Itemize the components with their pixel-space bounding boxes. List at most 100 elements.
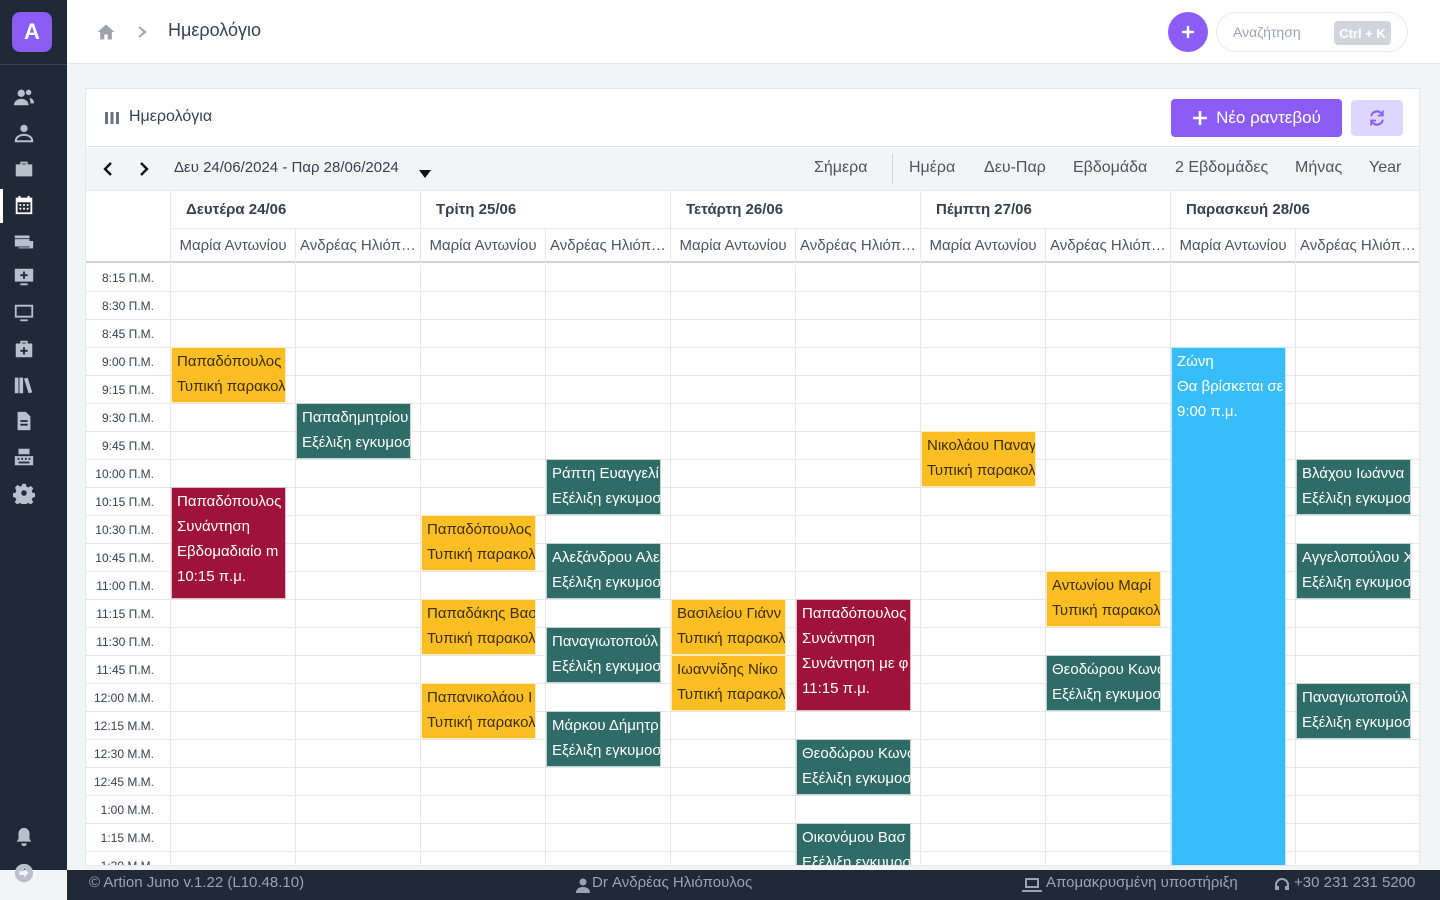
chevron-right-icon [138, 26, 147, 38]
resource-header: Μαρία Αντωνίου [420, 229, 545, 263]
time-slot-label: 10:45 Π.Μ. [95, 551, 154, 565]
time-slot-label: 9:30 Π.Μ. [101, 411, 154, 425]
calendar-panel: Ημερολόγια Νέο ραντεβού Δευ 24/06/2024 -… [85, 88, 1420, 866]
home-icon [97, 24, 115, 40]
support-phone[interactable]: +30 231 231 5200 [1294, 874, 1415, 891]
appointment-event[interactable]: Οικονόμου Βασ Εξέλιξη εγκυμοσ [796, 823, 911, 866]
appointment-event[interactable]: Θεοδώρου Κωνσ Εξέλιξη εγκυμοσ [796, 739, 911, 795]
appointment-event[interactable]: Παπαδημητρίου Εξέλιξη εγκυμοσ [296, 403, 411, 459]
appointment-event[interactable]: Παπαδόπουλος Τυπική παρακολ [421, 515, 536, 571]
date-range-label[interactable]: Δευ 24/06/2024 - Παρ 28/06/2024 [174, 159, 399, 176]
calendar-icon [15, 195, 32, 215]
time-slot-label: 9:45 Π.Μ. [101, 439, 154, 453]
time-slot-label: 1:15 Μ.Μ. [100, 831, 154, 845]
sidebar-logout[interactable] [0, 858, 47, 888]
event-detail: Τυπική παρακολ [677, 686, 786, 703]
event-title: Θεοδώρου Κωνσ [802, 745, 911, 762]
search-placeholder: Αναζήτηση [1233, 24, 1301, 40]
view-two-weeks-button[interactable]: 2 Εβδομάδες [1175, 159, 1268, 177]
app-logo[interactable]: A [12, 12, 52, 52]
sidebar-item-calendar[interactable] [0, 190, 47, 220]
appointment-event[interactable]: Αλεξάνδρου Αλε Εξέλιξη εγκυμοσ [546, 543, 661, 599]
sidebar-item-users[interactable] [0, 82, 47, 112]
appointment-event[interactable]: Αγγελοπούλου Χ Εξέλιξη εγκυμοσ [1296, 543, 1411, 599]
time-slot-label: 1:30 Μ.Μ. [100, 859, 154, 866]
resource-header: Μαρία Αντωνίου [920, 229, 1045, 263]
refresh-button[interactable] [1351, 100, 1403, 136]
appointment-event[interactable]: Αντωνίου Μαρί Τυπική παρακολ [1046, 571, 1161, 627]
day-header[interactable]: Δευτέρα 24/06 [170, 191, 420, 229]
appointment-event[interactable]: Παπαδόπουλος Συνάντηση Εβδομαδιαίο m 10:15 … [171, 487, 286, 599]
sidebar-item-devices[interactable] [0, 442, 47, 472]
view-workweek-button[interactable]: Δευ-Παρ [984, 159, 1046, 177]
appointment-event[interactable]: Βλάχου Ιωάννα Εξέλιξη εγκυμοσ [1296, 459, 1411, 515]
day-header[interactable]: Παρασκευή 28/06 [1170, 191, 1419, 229]
sidebar-item-medical[interactable] [0, 334, 47, 364]
time-slot-label: 12:45 Μ.Μ. [93, 775, 154, 789]
appointment-event[interactable]: Ιωαννίδης Νίκο Τυπική παρακολ [671, 655, 786, 711]
appointment-event[interactable]: Παναγιωτοπούλ Εξέλιξη εγκυμοσ [546, 627, 661, 683]
appointment-event[interactable]: Μάρκου Δήμητρ Εξέλιξη εγκυμοσ [546, 711, 661, 767]
event-title: Βασιλείου Γιάνν [677, 605, 782, 622]
prev-period-button[interactable] [96, 157, 120, 181]
event-detail: Τυπική παρακολ [1052, 602, 1161, 619]
event-detail: Τυπική παρακολ [177, 378, 286, 395]
appointment-event[interactable]: Βασιλείου Γιάνν Τυπική παρακολ [671, 599, 786, 655]
sidebar-item-groups[interactable] [0, 118, 47, 148]
time-slot-label: 11:30 Π.Μ. [96, 635, 154, 649]
search-input[interactable]: Αναζήτηση Ctrl + K [1216, 12, 1408, 52]
event-detail: Εξέλιξη εγκυμοσ [802, 854, 911, 866]
day-header[interactable]: Τρίτη 25/06 [420, 191, 670, 229]
event-title: Παπαδημητρίου [302, 409, 409, 426]
sidebar-item-payments[interactable] [0, 226, 47, 256]
sidebar-item-screen[interactable] [0, 298, 47, 328]
appointment-event[interactable]: Ράπτη Ευαγγελί Εξέλιξη εγκυμοσ [546, 459, 661, 515]
day-header[interactable]: Τετάρτη 26/06 [670, 191, 920, 229]
quick-add-button[interactable] [1168, 12, 1208, 52]
view-day-button[interactable]: Ημέρα [909, 159, 955, 177]
sidebar-item-settings[interactable] [0, 478, 47, 508]
view-month-button[interactable]: Μήνας [1295, 159, 1342, 177]
event-title: Παναγιωτοπούλ [552, 633, 659, 650]
refresh-icon [1370, 110, 1384, 126]
remote-support-link[interactable]: Απομακρυσμένη υποστήριξη [1046, 874, 1238, 891]
appointment-event[interactable]: Θεοδώρου Κωνσ Εξέλιξη εγκυμοσ [1046, 655, 1161, 711]
column-gridline [1045, 265, 1046, 865]
view-year-button[interactable]: Year [1369, 159, 1401, 177]
column-gridline [295, 265, 296, 865]
new-appointment-button[interactable]: Νέο ραντεβού [1171, 99, 1342, 137]
next-period-button[interactable] [132, 157, 156, 181]
day-header[interactable]: Πέμπτη 27/06 [920, 191, 1170, 229]
event-detail: Εξέλιξη εγκυμοσ [1302, 574, 1411, 591]
appointment-event[interactable]: Νικολάου Παναγ Τυπική παρακολ [921, 431, 1036, 487]
event-title: Παπαδόπουλος [177, 353, 282, 370]
caret-down-icon[interactable] [419, 165, 431, 178]
time-slot-label: 9:00 Π.Μ. [101, 355, 154, 369]
sidebar-item-library[interactable] [0, 370, 47, 400]
breadcrumb-separator [135, 22, 149, 42]
sidebar-item-new-screen[interactable] [0, 262, 47, 292]
page-title: Ημερολόγιο [168, 20, 262, 40]
appointment-event[interactable]: Παπανικολάου Ι Τυπική παρακολ [421, 683, 536, 739]
time-slot-label: 8:15 Π.Μ. [101, 271, 154, 285]
view-week-button[interactable]: Εβδομάδα [1073, 159, 1147, 177]
view-today-button[interactable]: Σήμερα [814, 159, 868, 177]
breadcrumb-home[interactable] [96, 22, 116, 42]
copyright-text: © Artion Juno v.1.22 (L10.48.10) [89, 874, 305, 891]
sidebar: A [0, 0, 67, 883]
resource-header: Μαρία Αντωνίου [1170, 229, 1295, 263]
sidebar-item-documents[interactable] [0, 406, 47, 436]
top-bar: Ημερολόγιο Αναζήτηση Ctrl + K [67, 0, 1440, 64]
event-detail: Συνάντηση με φ [802, 655, 909, 672]
slot-gridline [86, 319, 1419, 320]
appointment-event[interactable]: Παπαδόπουλος Τυπική παρακολ [171, 347, 286, 403]
appointment-event[interactable]: Παπαδόπουλος Συνάντηση Συνάντηση με φ 11:15… [796, 599, 911, 711]
sidebar-notifications[interactable] [0, 822, 47, 852]
event-detail: Εξέλιξη εγκυμοσ [802, 770, 911, 787]
appointment-event[interactable]: Παναγιωτοπούλ Εξέλιξη εγκυμοσ [1296, 683, 1411, 739]
resource-header: Ανδρέας Ηλιόπουλος [545, 229, 670, 263]
sidebar-item-business[interactable] [0, 154, 47, 184]
appointment-event[interactable]: Παπαδάκης Βασ Τυπική παρακολ [421, 599, 536, 655]
availability-zone[interactable]: Ζώνη Θα βρίσκεται σε 9:00 π.μ. [1171, 347, 1286, 865]
users-icon [13, 89, 34, 106]
